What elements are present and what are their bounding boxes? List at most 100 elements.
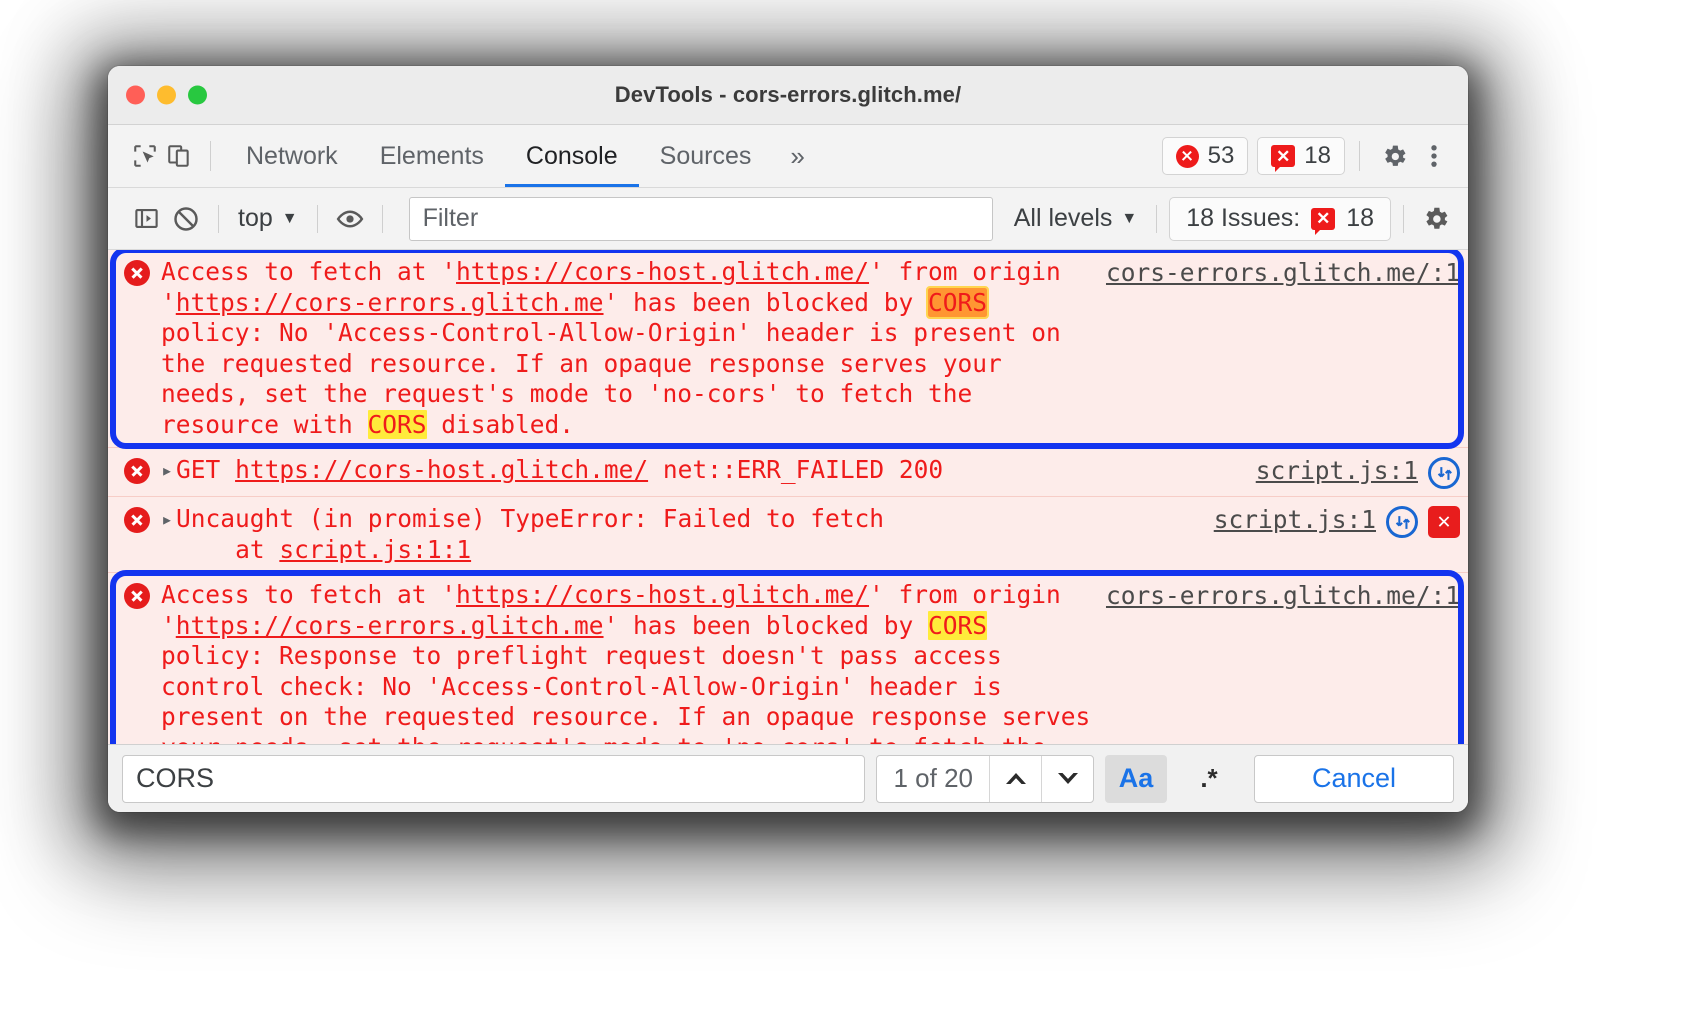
log-level-label: All levels (1013, 204, 1113, 232)
more-tabs-chevron-icon[interactable]: » (772, 125, 822, 187)
message-text-segment: GET (176, 455, 236, 484)
issue-badge-icon[interactable]: ✕ (1428, 506, 1460, 538)
network-request-icon[interactable] (1428, 457, 1460, 489)
console-settings-gear-icon[interactable] (1416, 199, 1456, 239)
issue-count-label: 18 (1304, 142, 1331, 169)
console-message-row[interactable]: Access to fetch at 'https://cors-host.gl… (108, 573, 1468, 744)
console-message-meta: cors-errors.glitch.me/:1 (1106, 580, 1460, 612)
tabbar-divider-right (1359, 141, 1360, 171)
message-text-segment: net::ERR_FAILED 200 (648, 455, 944, 484)
console-message-row[interactable]: ▸ GET https://cors-host.glitch.me/ net::… (108, 448, 1468, 497)
message-text-segment: ' has been blocked by (603, 287, 929, 317)
inline-url-link[interactable]: https://cors-errors.glitch.me (176, 611, 604, 640)
match-case-toggle[interactable]: Aa (1105, 754, 1167, 803)
issue-count-chip[interactable]: ✕ 18 (1257, 137, 1345, 175)
search-input[interactable] (122, 754, 866, 803)
previous-match-button[interactable] (989, 755, 1041, 802)
inline-url-link[interactable]: https://cors-host.glitch.me/ (235, 455, 648, 484)
toolbar-divider-4 (1156, 204, 1158, 233)
chevron-down-icon: ▼ (281, 209, 298, 227)
issue-bubble-icon-toolbar: ✕ (1311, 207, 1336, 235)
network-request-icon[interactable] (1386, 506, 1418, 538)
search-match-highlight-active: CORS (926, 285, 990, 319)
search-match-highlight: CORS (367, 409, 427, 439)
error-icon (124, 458, 150, 484)
issue-bubble-x-glyph-toolbar: ✕ (1316, 209, 1331, 228)
error-icon (124, 260, 150, 286)
inline-url-link[interactable]: https://cors-errors.glitch.me (176, 288, 604, 317)
device-toolbar-icon[interactable] (162, 139, 196, 173)
expand-triangle-icon[interactable]: ▸ (161, 455, 173, 486)
execution-context-label: top (238, 204, 273, 232)
inspect-element-icon[interactable] (128, 139, 162, 173)
inline-url-link[interactable]: script.js:1:1 (279, 535, 471, 564)
error-count-label: 53 (1207, 142, 1235, 169)
issues-label: 18 Issues: (1186, 204, 1301, 232)
tab-sources[interactable]: Sources (639, 125, 773, 187)
window-titlebar: DevTools - cors-errors.glitch.me/ (108, 66, 1468, 125)
console-message-meta: script.js:1 (1256, 455, 1460, 489)
toolbar-divider-2 (316, 204, 318, 233)
filter-input[interactable] (408, 196, 993, 241)
tab-network[interactable]: Network (225, 125, 359, 187)
message-text-segment: ' has been blocked by (603, 610, 929, 640)
console-message-list[interactable]: Access to fetch at 'https://cors-host.gl… (108, 250, 1468, 744)
log-level-selector[interactable]: All levels ▼ (1007, 204, 1145, 233)
match-count-label: 1 of 20 (893, 763, 973, 793)
chevron-down-icon-levels: ▼ (1121, 209, 1138, 227)
console-toolbar: top ▼ All levels ▼ 18 Issues: ✕ (108, 188, 1468, 250)
error-count-chip[interactable]: 53 (1161, 137, 1249, 175)
console-message-row[interactable]: ▸ Uncaught (in promise) TypeError: Faile… (108, 497, 1468, 573)
gear-icon[interactable] (1374, 136, 1414, 176)
message-text-segment: Access to fetch at ' (161, 580, 457, 609)
execution-context-selector[interactable]: top ▼ (231, 204, 305, 233)
regex-toggle[interactable]: .* (1178, 755, 1240, 803)
maximize-window-button[interactable] (188, 85, 207, 105)
console-find-bar: 1 of 20 Aa .* Cancel (108, 744, 1468, 812)
console-message-meta: cors-errors.glitch.me/:1 (1106, 257, 1460, 289)
console-message-text: Access to fetch at 'https://cors-host.gl… (161, 580, 1106, 744)
inline-url-link[interactable]: https://cors-host.glitch.me/ (456, 580, 869, 609)
tabbar-divider (210, 141, 211, 171)
console-message-row[interactable]: Access to fetch at 'https://cors-host.gl… (108, 250, 1468, 448)
kebab-menu-icon[interactable] (1414, 136, 1454, 176)
toolbar-divider-5 (1403, 204, 1404, 233)
tab-elements[interactable]: Elements (359, 125, 505, 187)
issues-count-label: 18 (1346, 204, 1374, 232)
minimize-window-button[interactable] (157, 85, 176, 105)
source-link[interactable]: script.js:1 (1256, 456, 1418, 487)
close-window-button[interactable] (126, 85, 145, 105)
devtools-tabbar: Network Elements Console Sources » 53 ✕ … (108, 125, 1468, 188)
toolbar-divider-1 (218, 204, 219, 233)
issue-bubble-x-glyph: ✕ (1276, 146, 1291, 166)
live-expression-eye-icon[interactable] (330, 199, 370, 239)
traffic-light-group (126, 85, 207, 105)
message-text-segment: Access to fetch at ' (161, 257, 457, 286)
window-title: DevTools - cors-errors.glitch.me/ (614, 82, 962, 107)
console-message-text: GET https://cors-host.glitch.me/ net::ER… (176, 455, 1256, 486)
issues-button[interactable]: 18 Issues: ✕ 18 (1169, 196, 1391, 241)
clear-console-icon[interactable] (166, 199, 206, 239)
console-message-text: Access to fetch at 'https://cors-host.gl… (161, 257, 1106, 440)
console-message-meta: script.js:1 ✕ (1214, 504, 1460, 538)
message-text-segment: disabled. (426, 409, 575, 439)
devtools-window: DevTools - cors-errors.glitch.me/ Networ… (108, 66, 1468, 812)
screenshot-stage: DevTools - cors-errors.glitch.me/ Networ… (0, 0, 1708, 1032)
source-link[interactable]: cors-errors.glitch.me/:1 (1106, 581, 1460, 612)
search-match-highlight: CORS (928, 610, 988, 640)
tab-console[interactable]: Console (504, 125, 639, 187)
source-link[interactable]: script.js:1 (1214, 505, 1376, 536)
next-match-button[interactable] (1041, 755, 1093, 802)
console-message-text: Uncaught (in promise) TypeError: Failed … (176, 504, 1214, 565)
toolbar-divider-3 (381, 204, 383, 233)
source-link[interactable]: cors-errors.glitch.me/:1 (1106, 258, 1460, 289)
search-match-group: 1 of 20 (876, 754, 1094, 803)
inline-url-link[interactable]: https://cors-host.glitch.me/ (456, 257, 869, 286)
expand-triangle-icon[interactable]: ▸ (161, 504, 173, 535)
error-icon (124, 583, 150, 609)
panel-tabs: Network Elements Console Sources » (225, 125, 823, 187)
console-sidebar-icon[interactable] (126, 199, 166, 239)
cancel-button[interactable]: Cancel (1254, 754, 1454, 803)
error-icon (124, 507, 150, 533)
issue-bubble-icon: ✕ (1271, 145, 1296, 172)
